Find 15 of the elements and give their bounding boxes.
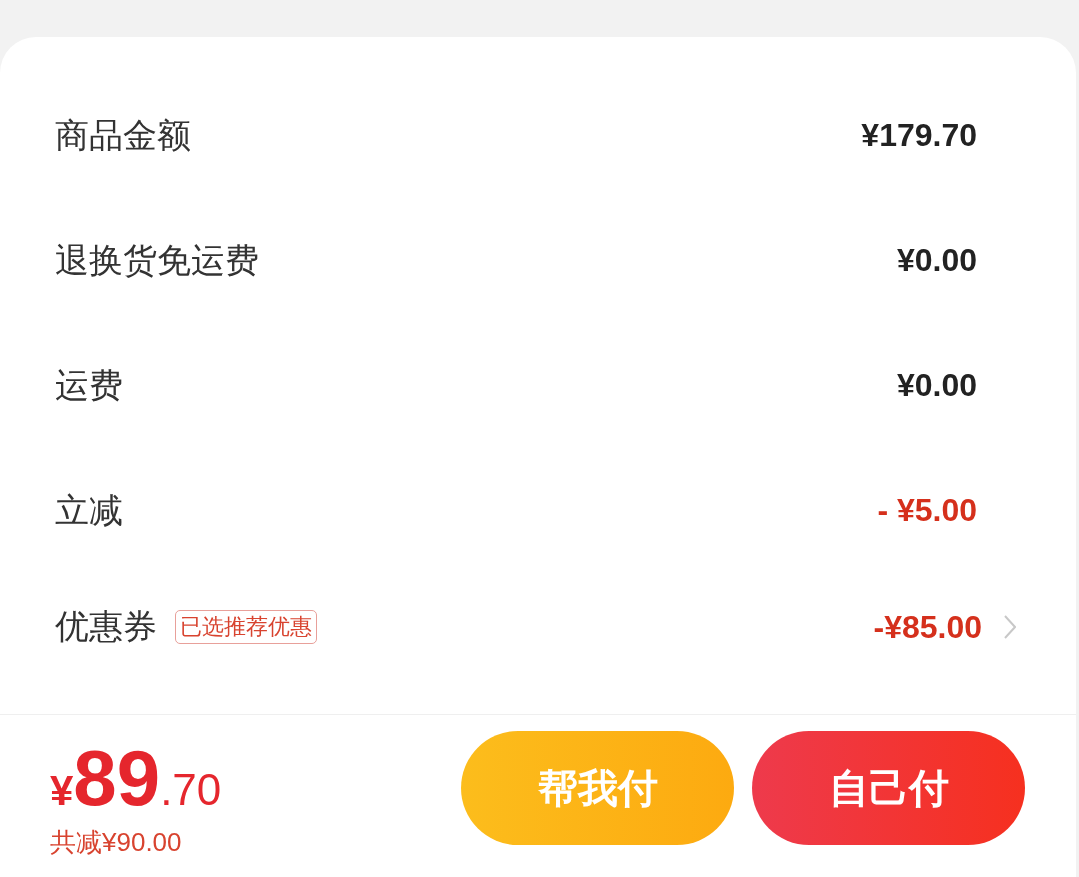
amount-value: ¥0.00 [896, 242, 977, 279]
total-price: ¥89.70 [50, 739, 222, 817]
coupon-tag: 已选推荐优惠 [175, 610, 317, 644]
chevron-right-icon[interactable] [1004, 615, 1016, 639]
row-label: 优惠券 [55, 606, 157, 647]
pay-myself-button[interactable]: 自己付 [752, 731, 1025, 845]
coupon-value[interactable]: -¥85.00 [873, 608, 982, 646]
amount-value: ¥0.00 [896, 367, 977, 404]
row-label: 退换货免运费 [55, 239, 259, 281]
amount-value: ¥179.70 [861, 117, 977, 154]
row-label: 立减 [55, 489, 123, 531]
amount-value: - ¥5.00 [877, 492, 977, 529]
total-saved: 共减¥90.00 [50, 826, 183, 859]
row-label: 运费 [55, 364, 123, 406]
row-label: 商品金额 [55, 114, 191, 156]
